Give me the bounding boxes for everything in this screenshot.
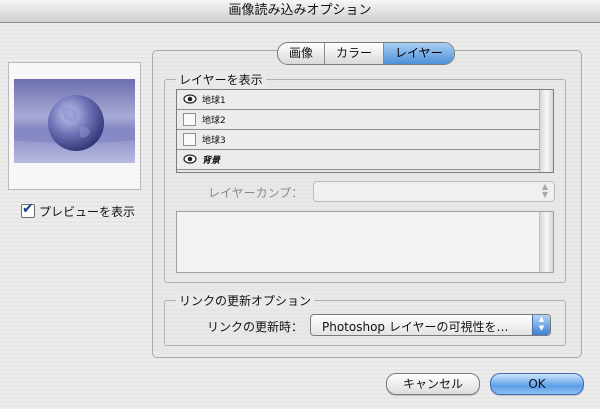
- up-down-arrows-icon: ▲ ▼: [532, 315, 550, 335]
- tab-layer[interactable]: レイヤー: [384, 43, 454, 64]
- visibility-toggle[interactable]: [183, 113, 196, 126]
- preview-checkbox[interactable]: [21, 201, 35, 218]
- eye-icon[interactable]: [183, 93, 197, 105]
- layer-row[interactable]: 背景: [177, 150, 540, 170]
- eye-icon[interactable]: [183, 153, 197, 165]
- layer-name: 背景: [202, 156, 221, 166]
- link-update-select[interactable]: Photoshop レイヤーの可視性を… ▲ ▼: [310, 314, 551, 336]
- layer-comp-label: レイヤーカンプ：: [208, 186, 304, 200]
- layer-row[interactable]: 地球3: [177, 130, 540, 150]
- visibility-toggle[interactable]: [183, 133, 196, 146]
- globe-preview-image: [14, 79, 135, 163]
- preview-checkbox-label: プレビューを表示: [39, 205, 136, 219]
- tab-bar: 画像 カラー レイヤー: [277, 42, 455, 65]
- link-update-label: リンクの更新時：: [207, 320, 304, 334]
- tab-image[interactable]: 画像: [278, 43, 326, 64]
- layer-comp-comment-box: [176, 211, 554, 273]
- link-update-group-title: リンクの更新オプション: [176, 292, 315, 309]
- tab-color[interactable]: カラー: [325, 43, 385, 64]
- ok-button[interactable]: OK: [490, 373, 584, 395]
- layer-row[interactable]: 地球1: [177, 90, 540, 110]
- dialog-title-bar: 画像読み込みオプション: [0, 0, 600, 23]
- layer-list-scrollbar[interactable]: [539, 90, 553, 172]
- link-update-value: Photoshop レイヤーの可視性を…: [322, 320, 509, 334]
- cancel-button[interactable]: キャンセル: [386, 373, 480, 395]
- layer-comp-select[interactable]: ▲ ▼: [313, 181, 555, 202]
- preview-thumbnail: [8, 62, 141, 190]
- layer-name: 地球2: [202, 116, 226, 126]
- up-down-arrows-icon: ▲ ▼: [541, 182, 548, 199]
- comment-scrollbar[interactable]: [539, 212, 553, 272]
- layer-name: 地球3: [202, 136, 226, 146]
- layer-row[interactable]: 地球2: [177, 110, 540, 130]
- dialog-title: 画像読み込みオプション: [228, 3, 372, 18]
- layer-list: 地球1 地球2 地球3 背景: [176, 89, 554, 173]
- layers-group-title: レイヤーを表示: [176, 71, 266, 88]
- layer-name: 地球1: [202, 96, 226, 106]
